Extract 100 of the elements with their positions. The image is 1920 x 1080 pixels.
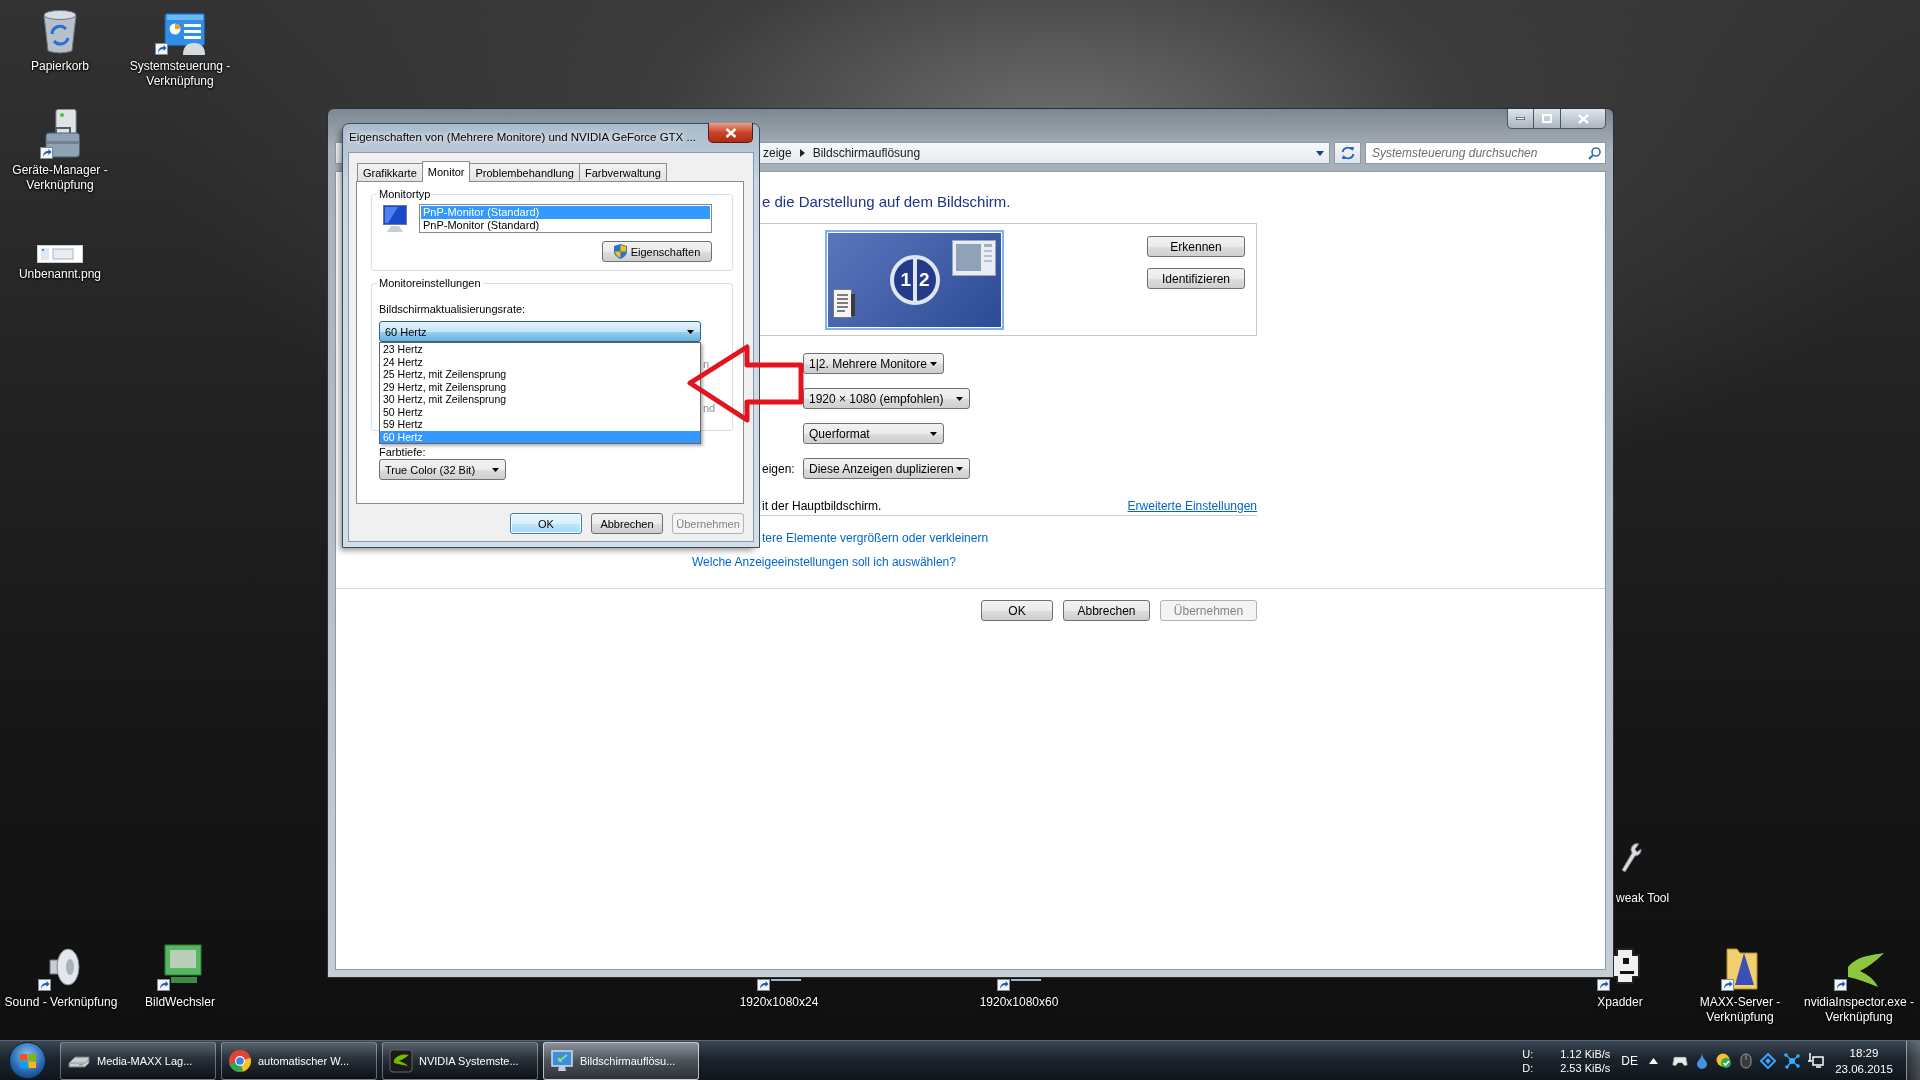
drop-icon[interactable] bbox=[1696, 1052, 1708, 1069]
icon-label[interactable]: Unbenannt.png bbox=[18, 267, 102, 282]
refresh-rate-dropdown[interactable]: 60 Hertz bbox=[379, 321, 701, 342]
color-depth-dropdown[interactable]: True Color (32 Bit) bbox=[379, 459, 506, 480]
show-desktop-button[interactable] bbox=[1906, 1041, 1920, 1080]
refresh-button[interactable] bbox=[1334, 142, 1361, 164]
text-fragment: n bbox=[703, 358, 710, 370]
taskbar-button[interactable]: Bildschirmauflösu... bbox=[543, 1041, 699, 1080]
swoosh-logo-icon bbox=[389, 1048, 413, 1073]
dropdown-option[interactable]: 30 Hertz, mit Zeilensprung bbox=[380, 393, 700, 406]
setting-dropdown[interactable]: Querformat bbox=[803, 423, 944, 444]
caret-icon bbox=[687, 329, 694, 334]
dialog-title: Eigenschaften von (Mehrere Monitore) und NVIDIA GeForce GTX ... bbox=[349, 130, 697, 145]
caret-icon[interactable] bbox=[1316, 150, 1324, 156]
shortcut-arrow-icon[interactable] bbox=[757, 979, 801, 991]
network-label: U: bbox=[1522, 1046, 1535, 1061]
recycle-bin-icon[interactable] bbox=[40, 9, 80, 55]
browser-icon bbox=[228, 1048, 252, 1073]
icon-label[interactable]: Geräte-Manager - Verknüpfung bbox=[4, 163, 116, 193]
taskbar-button[interactable]: NVIDIA Systemste... bbox=[382, 1041, 538, 1080]
icon-label[interactable]: Papierkorb bbox=[31, 59, 89, 74]
tab[interactable]: Monitor bbox=[421, 161, 471, 182]
network-icon[interactable] bbox=[1808, 1052, 1824, 1069]
clock-time[interactable]: 18:29 bbox=[1849, 1044, 1879, 1061]
caret-icon bbox=[492, 467, 499, 472]
minimize-button[interactable] bbox=[1508, 109, 1533, 128]
icon-label[interactable]: Sound - Verknüpfung bbox=[4, 995, 118, 1010]
advanced-settings-link[interactable]: Erweiterte Einstellungen bbox=[1127, 498, 1257, 514]
setting-dropdown[interactable]: 1|2. Mehrere Monitore bbox=[803, 353, 944, 374]
diamond-icon[interactable] bbox=[1760, 1052, 1776, 1069]
close-button[interactable] bbox=[708, 123, 753, 143]
display-preview[interactable]: 1 2 bbox=[825, 230, 1004, 330]
network-nodes-icon[interactable] bbox=[1784, 1052, 1800, 1069]
cancel-button[interactable]: Abbrechen bbox=[591, 513, 663, 534]
icon-label[interactable]: Systemsteuerung - Verknüpfung bbox=[124, 59, 236, 89]
minimize-icon bbox=[1516, 117, 1525, 120]
mouse-icon[interactable] bbox=[1740, 1052, 1752, 1069]
dropdown-option[interactable]: 23 Hertz bbox=[380, 343, 700, 356]
gamepad-icon[interactable] bbox=[1672, 1054, 1688, 1067]
caret-icon bbox=[930, 431, 937, 436]
image-thumbnail-icon[interactable] bbox=[37, 245, 83, 263]
search-field[interactable]: Systemsteuerung durchsuchen bbox=[1365, 142, 1606, 164]
icon-label[interactable]: 1920x1080x60 bbox=[979, 995, 1059, 1010]
caret-icon bbox=[956, 466, 963, 471]
note-text: it der Hauptbildschirm. bbox=[762, 498, 882, 514]
icon-label[interactable]: Xpadder bbox=[1597, 995, 1643, 1010]
help-link[interactable]: tere Elemente vergrößern oder verkleinern bbox=[762, 530, 989, 546]
setting-dropdown[interactable]: 1920 × 1080 (empfohlen) bbox=[803, 388, 970, 409]
check-badge-icon[interactable] bbox=[1716, 1052, 1732, 1069]
display-button[interactable]: Erkennen bbox=[1147, 236, 1245, 257]
dropdown-option[interactable]: 24 Hertz bbox=[380, 355, 700, 368]
computer-toolbox-icon[interactable] bbox=[40, 109, 80, 159]
windows-logo-icon bbox=[18, 1052, 37, 1069]
tab[interactable]: Farbverwaltung bbox=[578, 163, 667, 181]
monitor-list[interactable]: PnP-Monitor (Standard) PnP-Monitor (Standard) bbox=[419, 204, 712, 233]
close-icon bbox=[724, 127, 737, 138]
icon-label[interactable]: BildWechsler bbox=[145, 995, 215, 1010]
network-rate: 1.12 KiB/s bbox=[1560, 1046, 1611, 1061]
window-thumbnail-icon bbox=[952, 240, 996, 276]
group-label: Monitoreinstellungen bbox=[378, 277, 482, 290]
start-button[interactable] bbox=[9, 1042, 46, 1079]
help-link[interactable]: Welche Anzeigeeinstellungen soll ich auswählen? bbox=[692, 554, 956, 570]
caret-icon[interactable] bbox=[1649, 1057, 1658, 1064]
chevron-icon[interactable] bbox=[799, 149, 805, 157]
properties-button[interactable]: Eigenschaften bbox=[602, 241, 712, 262]
list-item[interactable]: PnP-Monitor (Standard) bbox=[421, 219, 710, 232]
display-button[interactable]: Identifizieren bbox=[1147, 268, 1245, 289]
shortcut-arrow-icon[interactable] bbox=[997, 979, 1041, 991]
field-label: Bildschirmaktualisierungsrate: bbox=[379, 303, 527, 315]
search-icon[interactable] bbox=[1588, 146, 1601, 160]
dropdown-option[interactable]: 50 Hertz bbox=[380, 405, 700, 418]
display-number: 2 bbox=[919, 269, 930, 291]
icon-label[interactable]: MAXX-Server - Verknüpfung bbox=[1684, 995, 1796, 1025]
tab[interactable]: Problembehandlung bbox=[469, 163, 580, 181]
page-heading: e die Darstellung auf dem Bildschirm. bbox=[762, 192, 1011, 212]
dropdown-option[interactable]: 25 Hertz, mit Zeilensprung bbox=[380, 368, 700, 381]
monitor-icon[interactable] bbox=[157, 943, 203, 991]
ok-button[interactable]: OK bbox=[510, 513, 582, 534]
breadcrumb-item[interactable]: Bildschirmauflösung bbox=[812, 146, 921, 160]
icon-label[interactable]: weak Tool bbox=[1616, 891, 1670, 906]
breadcrumb-item[interactable]: zeige bbox=[763, 146, 792, 160]
setting-dropdown[interactable]: Diese Anzeigen duplizieren bbox=[803, 458, 970, 479]
monitor-icon bbox=[380, 204, 410, 234]
maximize-icon bbox=[1542, 114, 1552, 123]
cancel-button[interactable]: Abbrechen bbox=[1063, 600, 1150, 621]
taskbar-button[interactable]: Media-MAXX Lag... bbox=[60, 1041, 216, 1080]
network-label: D: bbox=[1522, 1060, 1535, 1075]
dropdown-option[interactable]: 59 Hertz bbox=[380, 418, 700, 431]
caret-icon bbox=[956, 396, 963, 401]
language-indicator[interactable]: DE bbox=[1621, 1053, 1638, 1068]
icon-label[interactable]: 1920x1080x24 bbox=[739, 995, 819, 1010]
ok-button[interactable]: OK bbox=[981, 600, 1053, 621]
dropdown-option[interactable]: 29 Hertz, mit Zeilensprung bbox=[380, 380, 700, 393]
clock-date[interactable]: 23.06.2015 bbox=[1835, 1060, 1893, 1077]
control-panel-icon[interactable] bbox=[155, 13, 205, 55]
tab[interactable]: Grafikkarte bbox=[357, 163, 423, 181]
taskbar-button[interactable]: automatischer W... bbox=[221, 1041, 377, 1080]
setting-label: eigen: bbox=[762, 461, 795, 476]
monitor-icon bbox=[550, 1048, 574, 1073]
icon-label[interactable]: nvidiaInspector.exe - Verknüpfung bbox=[1799, 995, 1919, 1025]
